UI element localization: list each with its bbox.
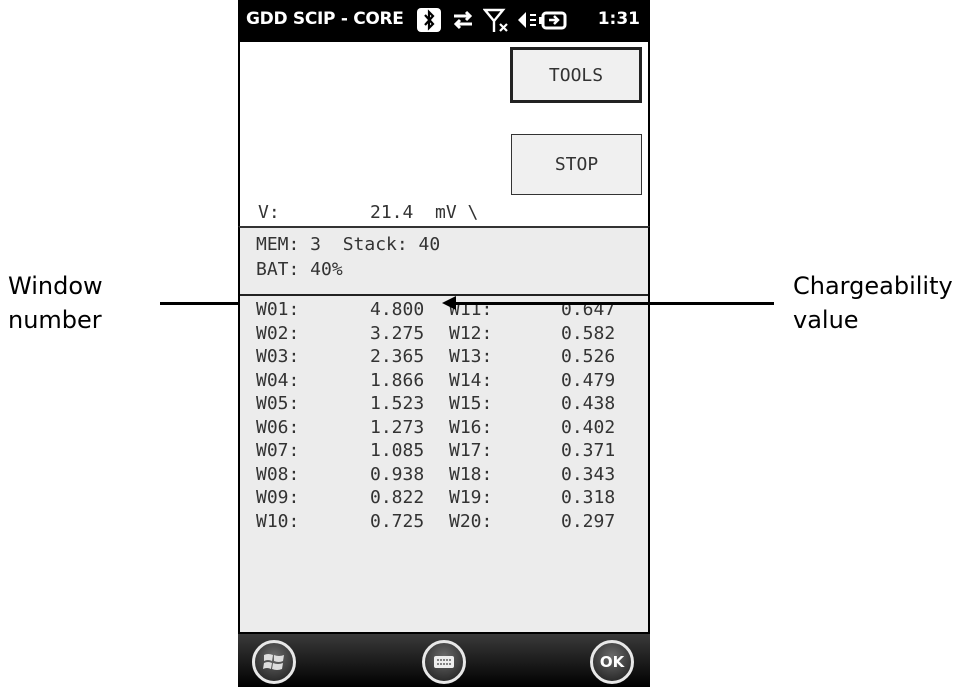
chargeability-value: 0.438: [561, 393, 616, 414]
window-name: W05:: [256, 393, 300, 414]
clock: 1:31: [597, 9, 640, 29]
taskbar: OK: [238, 634, 650, 687]
chargeability-value: 0.297: [561, 510, 616, 532]
window-name: W06:: [256, 416, 300, 438]
bluetooth-icon: [417, 8, 441, 32]
window-name: W02:: [256, 322, 300, 344]
chargeability-value: 1.523: [370, 393, 425, 414]
chargeability-value: 0.479: [561, 369, 616, 391]
windows-start-icon: [263, 654, 284, 670]
window-name: W09:: [256, 487, 300, 508]
window-name: W15:: [449, 393, 493, 414]
app-title: GDD SCIP - CORE: [246, 9, 404, 29]
table-row: W03: 2.365 W13: 0.526: [256, 345, 636, 369]
chargeability-value: 1.866: [370, 369, 425, 391]
voltage-value: 21.4 mV \: [370, 202, 479, 223]
memory-stack-line: MEM: 3 Stack: 40: [256, 234, 441, 255]
table-row: W04: 1.866 W14: 0.479: [256, 369, 636, 393]
annotation-text: Window: [8, 272, 103, 300]
speaker-muted-icon: [518, 12, 536, 28]
chargeability-value: 0.526: [561, 346, 616, 367]
arrow-left-pointer: [452, 302, 774, 305]
window-name: W10:: [256, 510, 300, 532]
annotation-text: number: [8, 306, 102, 334]
windows-table: W01: 4.800 W11: 0.647 W02: 3.275 W12: 0.582 W03:…: [256, 298, 636, 533]
battery-charging-icon: [539, 11, 567, 30]
table-row: W09: 0.822 W19: 0.318: [256, 486, 636, 510]
window-name: W13:: [449, 346, 493, 367]
keyboard-button[interactable]: [422, 640, 466, 684]
window-name: W18:: [449, 463, 493, 485]
table-row: W02: 3.275 W12: 0.582: [256, 322, 636, 346]
no-signal-icon: [483, 8, 508, 32]
chargeability-value: 1.273: [370, 416, 425, 438]
start-button[interactable]: [252, 640, 296, 684]
table-row: W08: 0.938 W18: 0.343: [256, 463, 636, 487]
battery-line: BAT: 40%: [256, 259, 343, 280]
window-name: W12:: [449, 322, 493, 344]
window-name: W20:: [449, 510, 493, 532]
table-row: W05: 1.523 W15: 0.438: [256, 392, 636, 416]
window-name: W07:: [256, 440, 300, 461]
chargeability-value: 2.365: [370, 346, 425, 367]
window-name: W14:: [449, 369, 493, 391]
chargeability-value: 1.085: [370, 440, 425, 461]
readings-panel: MEM: 3 Stack: 40 BAT: 40% W01: 4.800 W11: 0…: [238, 226, 650, 634]
chargeability-value: 0.725: [370, 510, 425, 532]
window-name: W19:: [449, 487, 493, 508]
table-row: W10: 0.725 W20: 0.297: [256, 510, 636, 534]
window-name: W17:: [449, 440, 493, 461]
chargeability-value: 3.275: [370, 322, 425, 344]
arrow-right-pointer: [160, 302, 244, 305]
status-block: MEM: 3 Stack: 40 BAT: 40%: [240, 228, 648, 296]
status-bar: GDD SCIP - CORE 1:31: [238, 0, 650, 42]
arrowhead-icon: [442, 296, 456, 310]
chargeability-value: 0.343: [561, 463, 616, 485]
window-name: W16:: [449, 416, 493, 438]
voltage-label: V:: [258, 202, 280, 223]
chargeability-value: 0.822: [370, 487, 425, 508]
stop-button[interactable]: STOP: [511, 134, 642, 195]
annotation-text: Chargeability: [793, 272, 953, 300]
chargeability-value-annotation: Chargeability value: [793, 269, 953, 337]
device-screen: GDD SCIP - CORE 1:31 TOOLS STOP V: 21.4 …: [238, 0, 650, 687]
annotation-text: value: [793, 306, 859, 334]
chargeability-value: 0.402: [561, 416, 616, 438]
window-name: W08:: [256, 463, 300, 485]
window-name: W03:: [256, 346, 300, 367]
chargeability-value: 0.582: [561, 322, 616, 344]
ok-button[interactable]: OK: [590, 640, 634, 684]
window-name: W01:: [256, 299, 300, 320]
chargeability-value: 4.800: [370, 299, 425, 320]
tools-button[interactable]: TOOLS: [510, 47, 642, 103]
table-row: W06: 1.273 W16: 0.402: [256, 416, 636, 440]
chargeability-value: 0.938: [370, 463, 425, 485]
chargeability-value: 0.318: [561, 487, 616, 508]
keyboard-icon: [434, 656, 454, 668]
window-name: W04:: [256, 369, 300, 391]
table-row: W07: 1.085 W17: 0.371: [256, 439, 636, 463]
control-area: TOOLS STOP V: 21.4 mV \: [238, 42, 650, 226]
data-transfer-icon: [453, 10, 473, 30]
window-number-annotation: Window number: [8, 269, 103, 337]
chargeability-value: 0.371: [561, 440, 616, 461]
